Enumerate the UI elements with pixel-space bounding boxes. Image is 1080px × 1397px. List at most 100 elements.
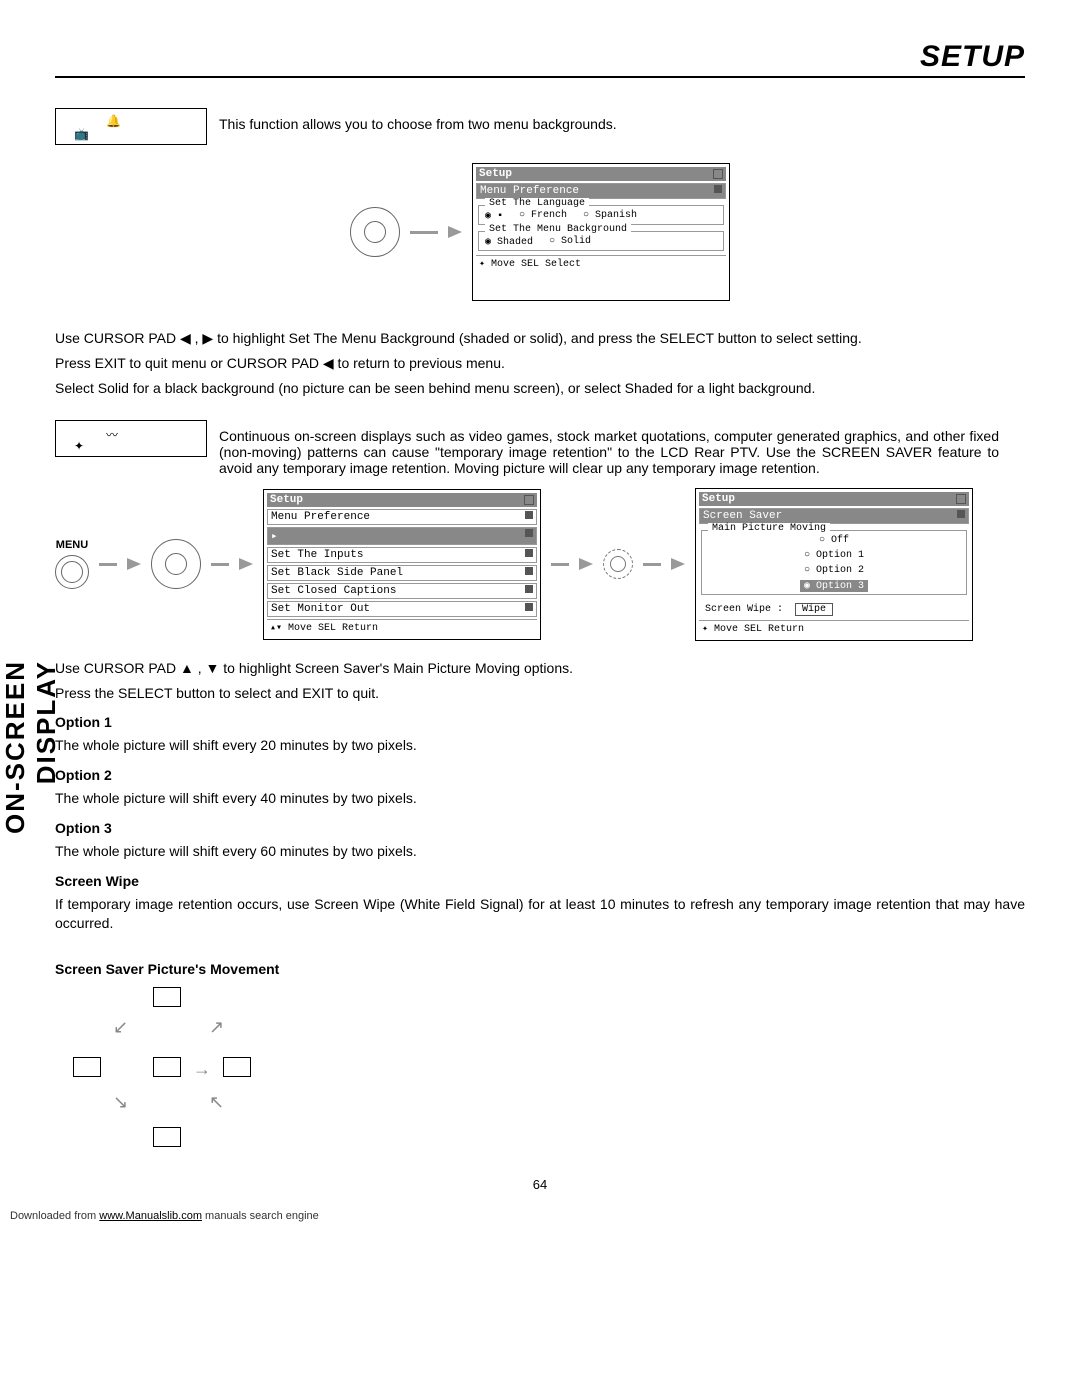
- mpm-opt-1: ○ Option 1: [804, 550, 864, 561]
- footer-prefix: Downloaded from: [10, 1210, 99, 1222]
- flow-arrow-shaft: [551, 563, 569, 566]
- screenshot-footer: ✦ Move SEL Select: [476, 255, 726, 272]
- menu-button-icon: [55, 555, 89, 589]
- option3-heading: Option 3: [55, 820, 1025, 836]
- screenshot-title: Setup: [702, 493, 735, 505]
- screen-wipe-row: Screen Wipe : Wipe: [699, 599, 969, 620]
- diagram-box: [223, 1057, 251, 1077]
- flow-arrow-shaft: [410, 231, 438, 234]
- menu-item-label: Set Black Side Panel: [271, 567, 403, 579]
- feature-icon-box: 🔔 📺: [55, 108, 207, 145]
- diagram-arrow-icon: ↙: [113, 1017, 128, 1038]
- page-footer: Downloaded from www.Manualslib.com manua…: [0, 1202, 1080, 1230]
- flow-arrow-head: [671, 558, 685, 570]
- screenshot-title: Setup: [270, 494, 303, 506]
- row-glyph-icon: [525, 603, 533, 611]
- row-glyph-icon: [525, 567, 533, 575]
- feature-icon-box-2: 〰 ✦: [55, 420, 207, 457]
- option1-text: The whole picture will shift every 20 mi…: [55, 736, 1025, 755]
- ss-instruction-1: Use CURSOR PAD ▲ , ▼ to highlight Screen…: [55, 659, 1025, 678]
- wipe-label: Screen Wipe :: [705, 604, 783, 615]
- diagram-arrow-icon: ↖: [209, 1092, 224, 1113]
- wipe-button: Wipe: [795, 603, 833, 616]
- background-legend: Set The Menu Background: [485, 224, 631, 235]
- screenshot-title-row: Setup: [267, 493, 537, 507]
- menu-item-label: ▸: [271, 529, 278, 543]
- flow-arrow-shaft: [211, 563, 229, 566]
- title-glyph-icon: [713, 169, 723, 179]
- flow-arrow-shaft: [99, 563, 117, 566]
- screenshot-footer: ✦ Move SEL Return: [699, 620, 969, 637]
- main-picture-moving-group: Main Picture Moving ○ Off ○ Option 1 ○ O…: [701, 530, 967, 595]
- ss-instruction-2: Press the SELECT button to select and EX…: [55, 684, 1025, 703]
- footer-suffix: manuals search engine: [205, 1210, 319, 1222]
- menu-item-label: Set The Inputs: [271, 549, 363, 561]
- row-glyph-icon: [525, 585, 533, 593]
- row-glyph-icon: [957, 510, 965, 518]
- row-glyph-icon: [525, 529, 533, 537]
- bg-opt-solid: ○ Solid: [549, 236, 591, 248]
- side-section-label: ON-SCREEN DISPLAY: [0, 660, 62, 920]
- screenshot-title-row: Setup: [476, 167, 726, 181]
- option2-heading: Option 2: [55, 767, 1025, 783]
- page-number: 64: [55, 1177, 1025, 1192]
- diagram-box: [73, 1057, 101, 1077]
- screenshot-title: Setup: [479, 168, 512, 180]
- lang-opt-spanish: ○ Spanish: [583, 210, 637, 222]
- row-glyph-icon: [714, 185, 722, 193]
- menu-row: ▸: [267, 527, 537, 545]
- menu-item-label: Set Closed Captions: [271, 585, 396, 597]
- language-group: Set The Language ◉ ▪ ○ French ○ Spanish: [478, 205, 724, 225]
- background-group: Set The Menu Background ◉ Shaded ○ Solid: [478, 231, 724, 251]
- menu-item-label: Set Monitor Out: [271, 603, 370, 615]
- screen-wipe-heading: Screen Wipe: [55, 873, 1025, 889]
- row-glyph-icon: [525, 511, 533, 519]
- diagram-box: [153, 987, 181, 1007]
- lang-opt-selected: ◉ ▪: [485, 210, 503, 222]
- footer-link[interactable]: www.Manualslib.com: [99, 1210, 202, 1222]
- row-glyph-icon: [525, 549, 533, 557]
- screenshot-footer: ▴▾ Move SEL Return: [267, 619, 537, 636]
- mb-instruction-2: Press EXIT to quit menu or CURSOR PAD ◀ …: [55, 354, 1025, 373]
- section-menu-background: 🔔 📺 This function allows you to choose f…: [55, 108, 1025, 145]
- mpm-legend: Main Picture Moving: [708, 523, 830, 534]
- cursor-pad-icon: [350, 207, 400, 257]
- movement-diagram: ↙ ↗ ↘ ↖ →: [63, 987, 263, 1147]
- bell-icon: 🔔: [106, 114, 121, 128]
- flow-arrow-head: [239, 558, 253, 570]
- title-glyph-icon: [956, 494, 966, 504]
- tv-icon: 📺: [74, 127, 89, 141]
- menu-row: Set The Inputs: [267, 547, 537, 563]
- bg-opt-shaded: ◉ Shaded: [485, 236, 533, 248]
- screen-saver-flow: MENU Setup Menu Preference ▸ Set The Inp…: [55, 488, 1025, 641]
- page-title: SETUP: [920, 40, 1025, 73]
- diagram-arrow-icon: →: [193, 1059, 211, 1080]
- menu-row: Set Black Side Panel: [267, 565, 537, 581]
- screenshot-subtitle: Menu Preference: [480, 185, 579, 197]
- option2-text: The whole picture will shift every 40 mi…: [55, 789, 1025, 808]
- menu-label: MENU: [56, 539, 88, 551]
- mb-instruction-3: Select Solid for a black background (no …: [55, 379, 1025, 398]
- screenshot-subtitle-row: Menu Preference: [476, 183, 726, 199]
- mb-instruction-1: Use CURSOR PAD ◀ , ▶ to highlight Set Th…: [55, 329, 1025, 348]
- language-legend: Set The Language: [485, 198, 589, 209]
- movement-heading: Screen Saver Picture's Movement: [55, 961, 1025, 977]
- menu-row: Set Monitor Out: [267, 601, 537, 617]
- diagram-arrow-icon: ↗: [209, 1017, 224, 1038]
- menu-background-intro: This function allows you to choose from …: [219, 108, 999, 132]
- screen-saver-screenshot: Setup Screen Saver Main Picture Moving ○…: [695, 488, 973, 641]
- setup-menu-screenshot: Setup Menu Preference ▸ Set The Inputs S…: [263, 489, 541, 640]
- menu-background-flow: Setup Menu Preference Set The Language ◉…: [350, 163, 730, 301]
- menu-row: Menu Preference: [267, 509, 537, 525]
- diagram-box: [153, 1057, 181, 1077]
- flow-arrow-head: [579, 558, 593, 570]
- mpm-opt-off: ○ Off: [819, 535, 849, 546]
- page-header: SETUP: [55, 40, 1025, 78]
- motion-icon: ✦: [74, 439, 84, 453]
- option1-heading: Option 1: [55, 714, 1025, 730]
- menu-item-label: Menu Preference: [271, 511, 370, 523]
- mpm-opt-3: ◉ Option 3: [800, 580, 868, 592]
- mpm-opt-2: ○ Option 2: [804, 565, 864, 576]
- screen-saver-intro: Continuous on-screen displays such as vi…: [219, 420, 999, 476]
- menu-row: Set Closed Captions: [267, 583, 537, 599]
